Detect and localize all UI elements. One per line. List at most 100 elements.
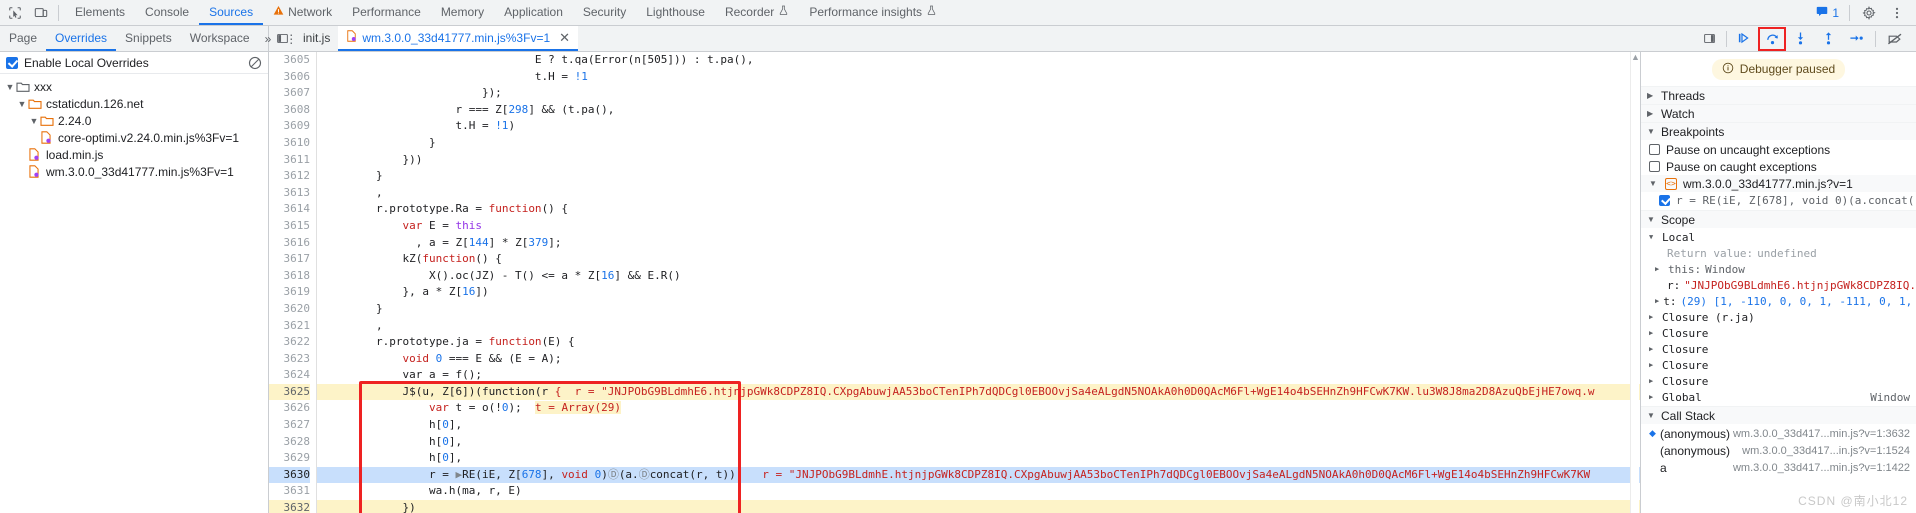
line-number[interactable]: 3622 xyxy=(269,334,311,351)
code-line[interactable]: }, a * Z[16]) xyxy=(317,284,1640,301)
chevron-right-icon[interactable]: ▶ xyxy=(1647,109,1657,118)
toggle-navigator-icon[interactable] xyxy=(269,26,295,51)
pause-caught-checkbox[interactable] xyxy=(1649,161,1660,172)
code-line[interactable]: })) xyxy=(317,152,1640,169)
pause-on-caught-exceptions-row[interactable]: Pause on caught exceptions xyxy=(1641,158,1916,175)
line-number[interactable]: 3616 xyxy=(269,235,311,252)
chevron-right-icon[interactable]: ▶ xyxy=(1647,91,1657,100)
section-breakpoints[interactable]: ▼ Breakpoints xyxy=(1641,122,1916,140)
code-line[interactable]: , xyxy=(317,318,1640,335)
chevron-down-icon[interactable]: ▼ xyxy=(1649,233,1658,241)
scope-global-row[interactable]: ▶ Global Window xyxy=(1641,389,1916,405)
tree-folder-version[interactable]: ▼ 2.24.0 xyxy=(0,112,268,129)
code-line[interactable]: r.prototype.Ra = function() { xyxy=(317,201,1640,218)
scope-local-header[interactable]: ▼ Local xyxy=(1641,229,1916,245)
tab-performance-insights[interactable]: Performance insights xyxy=(799,0,947,25)
scope-closure-4[interactable]: ▶ Closure xyxy=(1641,373,1916,389)
line-number[interactable]: 3618 xyxy=(269,268,311,285)
source-code-area[interactable]: E ? t.qa(Error(n[505])) : t.pa(), t.H = … xyxy=(317,52,1640,513)
editor-tab-init-js[interactable]: init.js xyxy=(295,26,338,51)
enable-local-overrides-checkbox[interactable] xyxy=(6,56,18,69)
chevron-down-icon[interactable]: ▼ xyxy=(1647,411,1657,420)
step-into-next-function-call-button[interactable] xyxy=(1787,28,1813,50)
code-line[interactable]: E ? t.qa(Error(n[505])) : t.pa(), xyxy=(317,52,1640,69)
chevron-right-icon[interactable]: ▶ xyxy=(1649,377,1658,385)
tab-network[interactable]: Network xyxy=(263,0,342,25)
line-number[interactable]: 3615 xyxy=(269,218,311,235)
code-line[interactable]: void 0 === E && (E = A); xyxy=(317,351,1640,368)
line-number[interactable]: 3613 xyxy=(269,185,311,202)
line-number[interactable]: 3614 xyxy=(269,201,311,218)
section-call-stack[interactable]: ▼ Call Stack xyxy=(1641,406,1916,424)
code-line[interactable]: kZ(function() { xyxy=(317,251,1640,268)
scope-closure-1[interactable]: ▶ Closure xyxy=(1641,325,1916,341)
tree-file-load-min-js[interactable]: load.min.js xyxy=(0,146,268,163)
section-watch[interactable]: ▶ Watch xyxy=(1641,104,1916,122)
scope-closure-r-ja[interactable]: ▶ Closure (r.ja) xyxy=(1641,309,1916,325)
line-number[interactable]: 3623 xyxy=(269,351,311,368)
scope-this-row[interactable]: ▶ this: Window xyxy=(1641,261,1916,277)
breakpoint-enabled-checkbox[interactable] xyxy=(1659,195,1670,206)
code-line[interactable]: h[0], xyxy=(317,417,1640,434)
pause-uncaught-checkbox[interactable] xyxy=(1649,144,1660,155)
chevron-right-icon[interactable]: ▶ xyxy=(1655,297,1659,305)
code-line[interactable]: , xyxy=(317,185,1640,202)
code-line[interactable]: }) xyxy=(317,500,1640,513)
code-line[interactable]: h[0], xyxy=(317,434,1640,451)
section-threads[interactable]: ▶ Threads xyxy=(1641,86,1916,104)
nav-tab-overrides[interactable]: Overrides xyxy=(46,26,117,51)
line-number[interactable]: 3610 xyxy=(269,135,311,152)
code-line[interactable]: var t = o(!0); t = Array(29) xyxy=(317,400,1640,417)
chevron-right-icon[interactable]: ▶ xyxy=(1655,265,1664,273)
resume-script-execution-button[interactable] xyxy=(1731,28,1757,50)
chevron-right-icon[interactable]: ▶ xyxy=(1649,329,1658,337)
tree-file-wm-min-js[interactable]: wm.3.0.0_33d41777.min.js%3Fv=1 xyxy=(0,163,268,180)
chevron-right-icon[interactable]: ▶ xyxy=(1649,361,1658,369)
code-line[interactable]: var E = this xyxy=(317,218,1640,235)
code-line[interactable]: }); xyxy=(317,85,1640,102)
breakpoint-group-header[interactable]: ▼ <> wm.3.0.0_33d41777.min.js?v=1 xyxy=(1641,175,1916,192)
pause-on-uncaught-exceptions-row[interactable]: Pause on uncaught exceptions xyxy=(1641,141,1916,158)
chevron-down-icon[interactable]: ▼ xyxy=(1647,127,1657,136)
step-out-of-current-function-button[interactable] xyxy=(1815,28,1841,50)
call-stack-frame-0[interactable]: ◆ (anonymous) wm.3.0.0_33d417...min.js?v… xyxy=(1641,425,1916,442)
step-over-next-function-call-button[interactable] xyxy=(1758,26,1786,51)
show-debugger-sidebar-icon[interactable] xyxy=(1696,28,1722,50)
kebab-menu-icon[interactable] xyxy=(1884,1,1910,25)
code-line[interactable]: var a = f(); xyxy=(317,367,1640,384)
code-line[interactable]: } xyxy=(317,168,1640,185)
tab-recorder[interactable]: Recorder xyxy=(715,0,799,25)
line-number[interactable]: 3605 xyxy=(269,52,311,69)
scope-closure-3[interactable]: ▶ Closure xyxy=(1641,357,1916,373)
chevron-right-icon[interactable]: ▶ xyxy=(1649,313,1658,321)
scroll-up-arrow-icon[interactable]: ▲ xyxy=(1631,52,1640,62)
nav-tab-page[interactable]: Page xyxy=(0,26,46,51)
line-number[interactable]: 3606 xyxy=(269,69,311,86)
chevron-down-icon[interactable]: ▼ xyxy=(1647,215,1657,224)
code-editor[interactable]: 3605 3606 3607 3608 3609 3610 3611 3612 3613 3614… xyxy=(269,52,1640,513)
chevron-down-icon[interactable]: ▼ xyxy=(1649,179,1659,188)
code-line[interactable]: , a = Z[144] * Z[379]; xyxy=(317,235,1640,252)
tab-application[interactable]: Application xyxy=(494,0,573,25)
line-number[interactable]: 3626 xyxy=(269,400,311,417)
line-number[interactable]: 3632 xyxy=(269,500,310,513)
chevron-right-icon[interactable]: ▶ xyxy=(1649,345,1658,353)
editor-vertical-scrollbar[interactable]: ▲ xyxy=(1630,52,1640,513)
line-number[interactable]: 3607 xyxy=(269,85,311,102)
code-line[interactable]: h[0], xyxy=(317,450,1640,467)
code-line[interactable]: wa.h(ma, r, E) xyxy=(317,483,1640,500)
editor-tab-wm-min-js[interactable]: wm.3.0.0_33d41777.min.js%3Fv=1 ✕ xyxy=(338,26,579,51)
line-number[interactable]: 3629 xyxy=(269,450,311,467)
deactivate-breakpoints-button[interactable] xyxy=(1882,28,1908,50)
line-number[interactable]: 3612 xyxy=(269,168,311,185)
tab-performance[interactable]: Performance xyxy=(342,0,431,25)
chevron-down-icon[interactable]: ▼ xyxy=(4,82,16,92)
code-line[interactable]: t.H = !1 xyxy=(317,69,1640,86)
line-number[interactable]: 3611 xyxy=(269,152,311,169)
line-number-gutter[interactable]: 3605 3606 3607 3608 3609 3610 3611 3612 3613 3614… xyxy=(269,52,317,513)
tree-file-core-optimi[interactable]: core-optimi.v2.24.0.min.js%3Fv=1 xyxy=(0,129,268,146)
device-toolbar-icon[interactable] xyxy=(28,1,54,25)
tree-folder-cstaticdun[interactable]: ▼ cstaticdun.126.net xyxy=(0,95,268,112)
chevron-down-icon[interactable]: ▼ xyxy=(28,116,40,126)
line-number[interactable]: 3628 xyxy=(269,434,311,451)
